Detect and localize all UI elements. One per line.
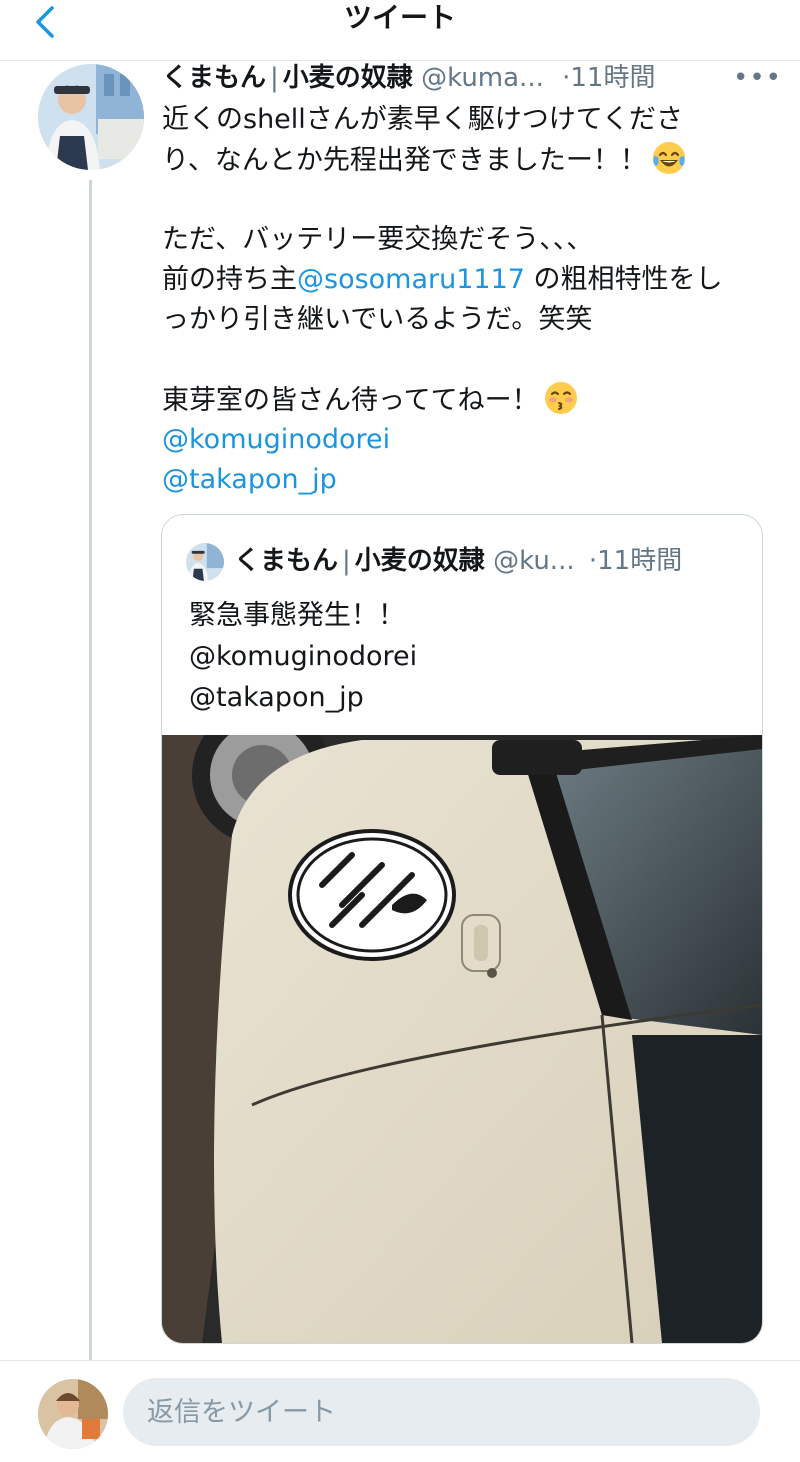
- quoted-media-image[interactable]: [162, 705, 762, 1343]
- quoted-mention: @takapon_jp: [189, 682, 364, 713]
- quoted-avatar: [186, 542, 224, 581]
- quoted-line: 緊急事態発生！！: [189, 600, 405, 631]
- mention-link[interactable]: @takapon_jp: [162, 464, 337, 495]
- tweet-line: @takapon_jp: [162, 460, 762, 500]
- quoted-tweet-header: くまもん | 小麦の奴隷 @ku... ·11時間: [186, 539, 746, 583]
- tweet-line: 東芽室の皆さん待っててねー！: [162, 380, 762, 420]
- reply-bar: [0, 1360, 800, 1462]
- tweet-line: っかり引き継いでいるようだ。笑笑: [162, 304, 593, 335]
- tweet-line: ただ、バッテリー要交換だそう、、、: [162, 224, 594, 255]
- quoted-tweet[interactable]: くまもん | 小麦の奴隷 @ku... ·11時間 緊急事態発生！！ @komugi…: [161, 514, 763, 1344]
- tweet-header: くまもん | 小麦の奴隷 @kuma... ·11時間 •••: [162, 58, 782, 98]
- mention-link[interactable]: @komuginodorei: [162, 424, 390, 455]
- display-name-suffix[interactable]: 小麦の奴隷: [283, 63, 413, 93]
- quoted-mention: @komuginodorei: [189, 641, 418, 672]
- page-title: ツイート: [343, 1, 456, 34]
- mention-link[interactable]: @sosomaru1117: [297, 264, 525, 295]
- more-options-icon[interactable]: •••: [733, 58, 782, 98]
- tweet-line: @komuginodorei: [162, 420, 762, 460]
- kissing-face-emoji-icon: [544, 382, 577, 414]
- display-name[interactable]: くまもん: [162, 63, 266, 93]
- quoted-display-name: くまもん: [234, 546, 339, 576]
- my-avatar[interactable]: [38, 1379, 108, 1449]
- tweet-line: 前の持ち主@sosomaru1117 の粗相特性をし: [162, 264, 723, 295]
- timestamp[interactable]: 11時間: [570, 63, 655, 93]
- name-separator: |: [342, 546, 351, 576]
- reply-input[interactable]: [123, 1378, 760, 1446]
- laughing-tears-emoji-icon: [652, 142, 685, 174]
- header-bar: ツイート: [0, 0, 800, 61]
- quoted-user-handle: @ku...: [493, 546, 575, 576]
- tweet-line: 近くのshellさんが素早く駆けつけてくださ: [162, 104, 683, 135]
- tweet-line: り、なんとか先程出発できましたー！！: [162, 140, 762, 180]
- quoted-display-name-suffix: 小麦の奴隷: [354, 546, 485, 576]
- avatar[interactable]: [38, 64, 144, 170]
- tweet-text: 近くのshellさんが素早く駆けつけてくださ り、なんとか先程出発できましたー！…: [162, 100, 762, 500]
- thread-line: [89, 180, 92, 1360]
- time-separator: ·: [588, 546, 598, 576]
- name-separator: |: [270, 63, 279, 93]
- user-handle[interactable]: @kuma...: [421, 63, 544, 93]
- quoted-timestamp: 11時間: [597, 546, 683, 576]
- quoted-tweet-text: 緊急事態発生！！ @komuginodorei @takapon_jp: [189, 595, 749, 718]
